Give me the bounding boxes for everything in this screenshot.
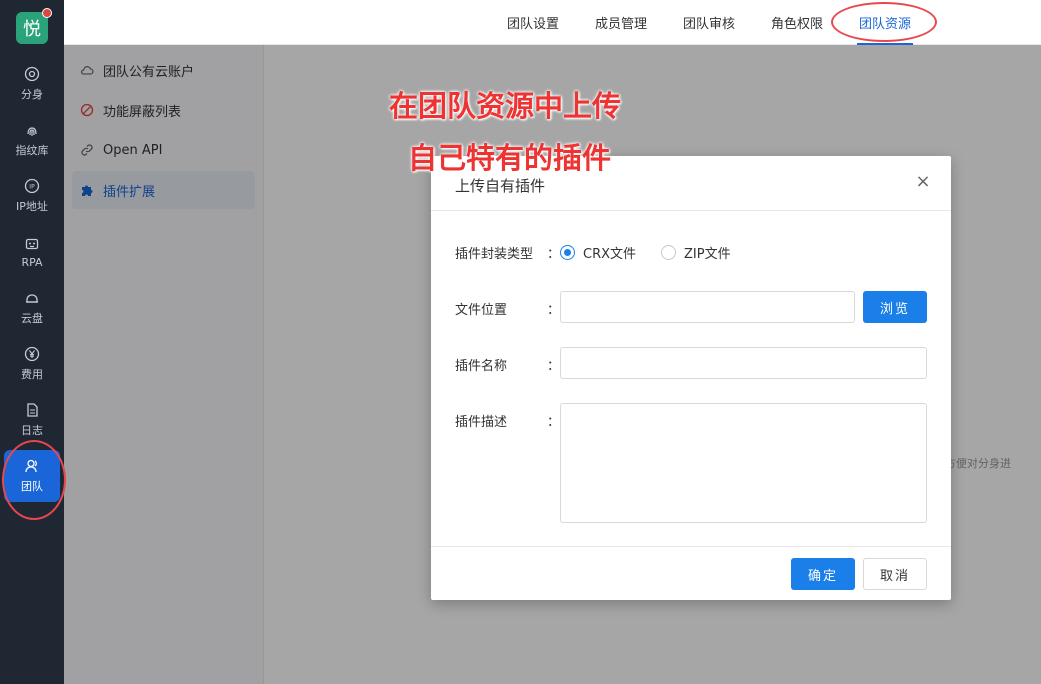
radio-crx[interactable]: CRX文件 [560, 243, 636, 262]
radio-zip-circle[interactable] [661, 245, 676, 260]
radio-zip-label: ZIP文件 [684, 247, 731, 262]
yen-icon [24, 346, 40, 362]
left-sidebar: 悦 分身 指纹库 IP IP地址 RPA 云盘 费用 日志 团队 [0, 0, 64, 684]
fingerprint-icon [27, 127, 37, 136]
sidebar-item-label: 指纹库 [15, 144, 49, 157]
cancel-button[interactable]: 取消 [863, 558, 927, 590]
dialog-footer: 确定 取消 [431, 546, 951, 600]
confirm-button[interactable]: 确定 [791, 558, 855, 590]
file-location-label: 文件位置 [455, 303, 508, 318]
annotation-ring-team [2, 440, 66, 520]
plugin-name-label: 插件名称 [455, 359, 508, 374]
sidebar-item-label: 云盘 [21, 312, 43, 325]
sidebar-item-logs[interactable]: 日志 [0, 394, 64, 446]
upload-plugin-dialog: 上传自有插件 × 插件封装类型 ： CRX文件 ZIP文件 文件位置 ： 浏览 … [431, 156, 951, 600]
package-type-label: 插件封装类型 [455, 247, 534, 262]
file-location-input[interactable] [560, 291, 855, 323]
sidebar-item-fingerprints[interactable]: 指纹库 [0, 114, 64, 166]
ip-icon: IP [24, 178, 40, 194]
sidebar-item-label: RPA [21, 255, 43, 269]
close-icon[interactable]: × [913, 172, 933, 192]
browse-button[interactable]: 浏览 [863, 291, 927, 323]
sidebar-item-cloud-drive[interactable]: 云盘 [0, 282, 64, 334]
sidebar-item-profiles[interactable]: 分身 [0, 58, 64, 110]
sidebar-item-label: IP地址 [16, 200, 48, 213]
document-icon [27, 403, 38, 417]
field-colon: ： [547, 415, 561, 430]
annotation-line-2: 自己特有的插件 [408, 141, 612, 175]
plugin-name-input[interactable] [560, 347, 927, 379]
sidebar-item-billing[interactable]: 费用 [0, 338, 64, 390]
field-colon: ： [547, 303, 561, 318]
radio-zip[interactable]: ZIP文件 [661, 243, 731, 262]
dialog-title: 上传自有插件 [455, 177, 546, 195]
notification-dot [42, 8, 52, 18]
field-colon: ： [547, 359, 561, 374]
sidebar-item-ip[interactable]: IP IP地址 [0, 170, 64, 222]
tab-team-settings[interactable]: 团队设置 [507, 0, 559, 45]
sidebar-item-label: 费用 [21, 368, 43, 381]
chrome-icon [24, 66, 40, 82]
annotation-line-1: 在团队资源中上传 [389, 89, 622, 123]
sidebar-item-label: 日志 [21, 424, 43, 437]
radio-crx-circle[interactable] [560, 245, 575, 260]
tab-team-review[interactable]: 团队审核 [683, 0, 735, 45]
app-logo[interactable]: 悦 [16, 8, 52, 44]
robot-icon [25, 238, 39, 249]
radio-crx-label: CRX文件 [583, 247, 637, 262]
plugin-desc-textarea[interactable] [560, 403, 927, 523]
plugin-desc-label: 插件描述 [455, 415, 508, 430]
sidebar-item-label: 分身 [21, 88, 43, 101]
sidebar-item-rpa[interactable]: RPA [0, 226, 64, 278]
field-colon: ： [547, 247, 561, 262]
svg-text:IP: IP [29, 184, 35, 191]
tab-member-management[interactable]: 成员管理 [595, 0, 647, 45]
tab-role-permissions[interactable]: 角色权限 [771, 0, 823, 45]
cloud-drive-icon [26, 294, 38, 303]
logo-char: 悦 [23, 19, 41, 40]
annotation-ring-tab [831, 2, 937, 42]
